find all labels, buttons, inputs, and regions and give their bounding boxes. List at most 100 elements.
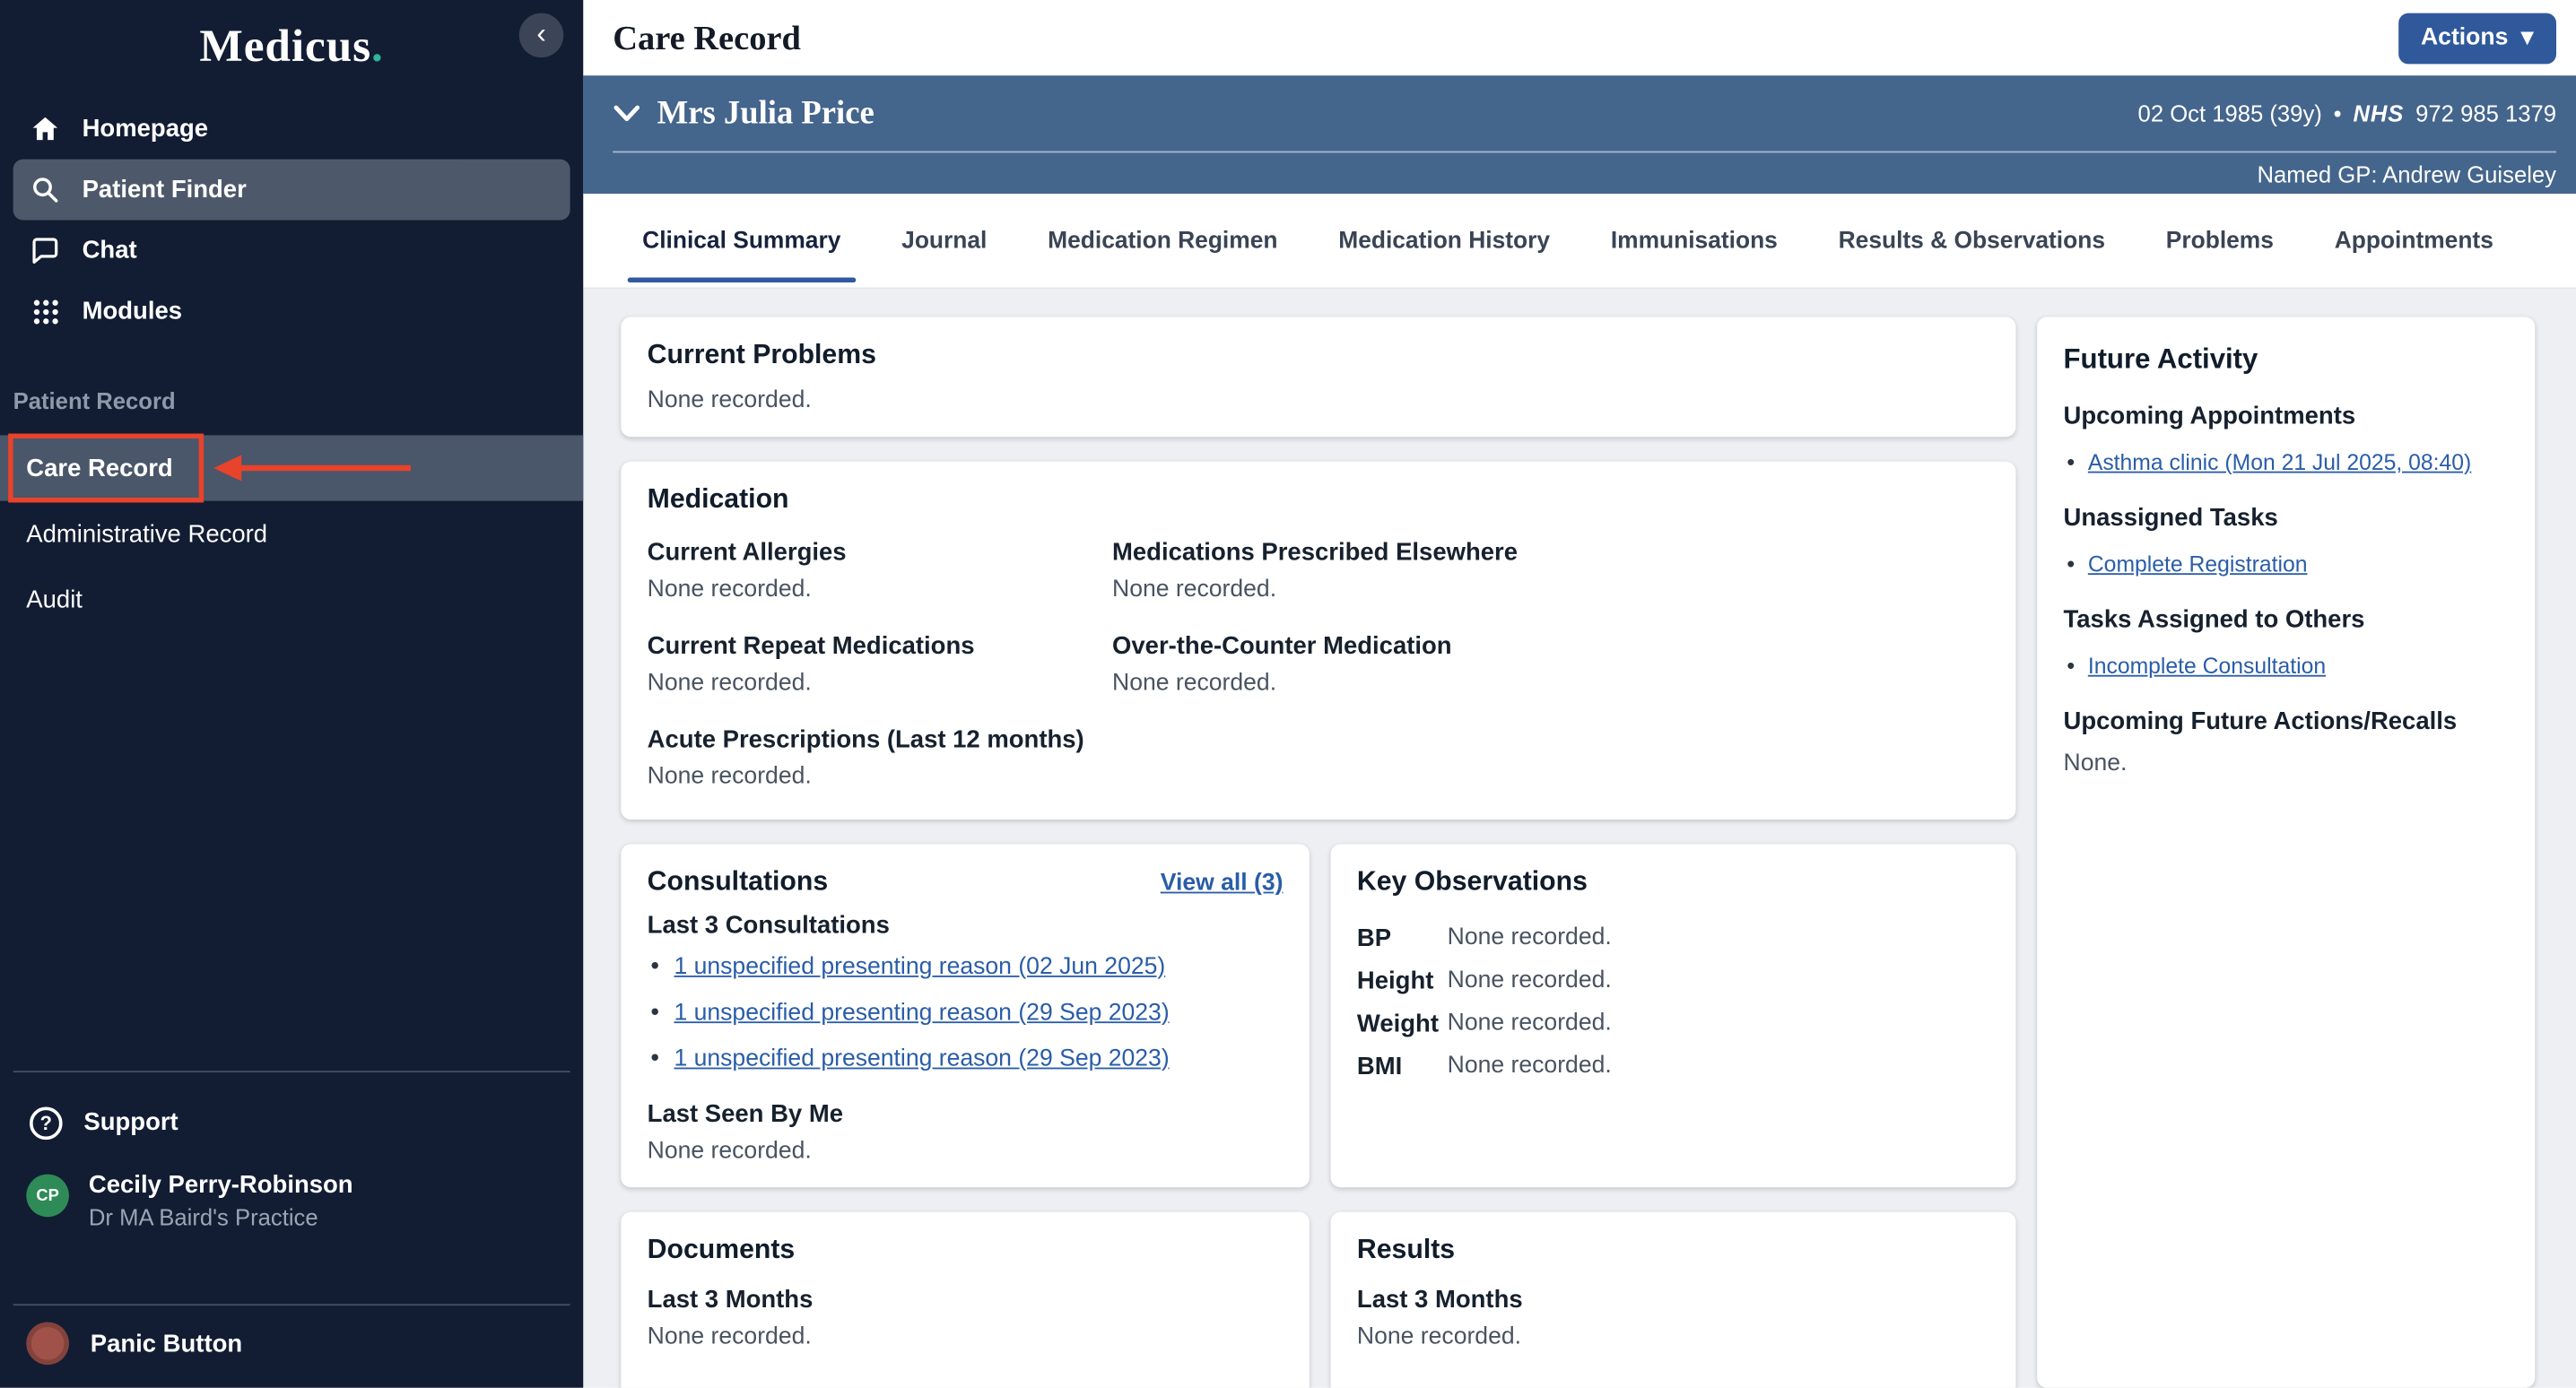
nhs-logo: NHS <box>2353 100 2404 126</box>
panic-button[interactable]: Panic Button <box>0 1306 583 1365</box>
home-icon <box>30 113 61 144</box>
card-title: Results <box>1357 1235 1989 1266</box>
results-card: Results Last 3 Months None recorded. <box>1331 1212 2016 1388</box>
consultation-link[interactable]: 1 unspecified presenting reason (29 Sep … <box>674 1041 1169 1077</box>
task-link[interactable]: Complete Registration <box>2088 547 2308 581</box>
sidebar-item-label: Homepage <box>83 115 208 143</box>
empty-value: None. <box>2064 750 2509 776</box>
section-value: None recorded. <box>648 670 1112 696</box>
list-item: 1 unspecified presenting reason (02 Jun … <box>650 950 1283 985</box>
section-label: Last Seen By Me <box>648 1100 1284 1128</box>
card-title: Documents <box>648 1235 1284 1266</box>
nhs-number: 972 985 1379 <box>2415 100 2556 126</box>
medication-section: Current Allergies None recorded. <box>648 539 1112 603</box>
future-activity-group: Upcoming Appointments Asthma clinic (Mon… <box>2064 403 2509 480</box>
card-title: Consultations <box>648 867 828 898</box>
medication-card: Medication Current Allergies None record… <box>621 462 2015 820</box>
sidebar: Medicus. ‹ Homepage Patient Finder Ch <box>0 0 583 1388</box>
chat-icon <box>30 235 61 266</box>
consultation-link[interactable]: 1 unspecified presenting reason (02 Jun … <box>674 950 1165 985</box>
empty-value: None recorded. <box>648 1323 1284 1349</box>
section-label: Last 3 Consultations <box>648 912 1284 940</box>
list-item: 1 unspecified presenting reason (29 Sep … <box>650 995 1283 1031</box>
main-area: Care Record Actions ▾ Mrs Julia Price 02… <box>583 0 2576 1388</box>
modules-grid-icon <box>30 296 61 327</box>
user-info: Cecily Perry-Robinson Dr MA Baird's Prac… <box>89 1169 353 1233</box>
chevron-down-icon <box>613 103 640 123</box>
tab-clinical-summary[interactable]: Clinical Summary <box>640 194 842 288</box>
sidebar-collapse-button[interactable]: ‹ <box>519 13 563 57</box>
consultations-header: Consultations View all (3) <box>648 867 1284 911</box>
tab-results-observations[interactable]: Results & Observations <box>1837 194 2107 288</box>
card-row: Consultations View all (3) Last 3 Consul… <box>621 844 2015 1187</box>
card-row: Documents Last 3 Months None recorded. R… <box>621 1212 2015 1388</box>
content-right-column: Future Activity Upcoming Appointments As… <box>2037 317 2535 1388</box>
sidebar-item-patient-finder[interactable]: Patient Finder <box>13 160 570 221</box>
panic-label: Panic Button <box>91 1330 242 1358</box>
sidebar-divider <box>13 1071 570 1073</box>
sidebar-item-care-record[interactable]: Care Record <box>0 435 583 500</box>
actions-button[interactable]: Actions ▾ <box>2398 13 2556 64</box>
search-icon <box>30 174 61 205</box>
section-label: Over-the-Counter Medication <box>1112 632 1989 660</box>
empty-value: None recorded. <box>648 387 1989 413</box>
sidebar-item-label: Administrative Record <box>26 520 267 548</box>
sidebar-item-label: Patient Finder <box>83 176 247 204</box>
sidebar-item-modules[interactable]: Modules <box>13 281 570 342</box>
tab-medication-history[interactable]: Medication History <box>1336 194 1551 288</box>
group-label: Unassigned Tasks <box>2064 504 2509 532</box>
observations-grid: BP None recorded. Height None recorded. … <box>1357 924 1989 1080</box>
section-label: Current Allergies <box>648 539 1112 567</box>
current-user[interactable]: CP Cecily Perry-Robinson Dr MA Baird's P… <box>0 1153 583 1234</box>
tab-medication-regimen[interactable]: Medication Regimen <box>1046 194 1279 288</box>
patient-record-nav: Care Record Administrative Record Audit <box>0 435 583 632</box>
card-title: Current Problems <box>648 340 1989 371</box>
support-label: Support <box>83 1109 178 1137</box>
sidebar-item-audit[interactable]: Audit <box>0 567 583 632</box>
chevron-left-icon: ‹ <box>536 20 545 48</box>
observation-value: None recorded. <box>1448 1010 1989 1037</box>
patient-record-section-label: Patient Record <box>13 387 557 413</box>
patient-demographics: 02 Oct 1985 (39y) • NHS 972 985 1379 <box>2138 100 2556 126</box>
sidebar-logo-row: Medicus. ‹ <box>0 0 583 95</box>
task-link[interactable]: Incomplete Consultation <box>2088 648 2326 682</box>
card-title: Future Activity <box>2064 343 2509 377</box>
key-observations-card: Key Observations BP None recorded. Heigh… <box>1331 844 2016 1187</box>
sidebar-item-administrative-record[interactable]: Administrative Record <box>0 501 583 567</box>
appointment-link[interactable]: Asthma clinic (Mon 21 Jul 2025, 08:40) <box>2088 445 2471 479</box>
card-title: Medication <box>648 484 1989 516</box>
patient-dob: 02 Oct 1985 (39y) <box>2138 100 2322 126</box>
list-item: 1 unspecified presenting reason (29 Sep … <box>650 1041 1283 1077</box>
medication-grid: Current Allergies None recorded. Medicat… <box>648 539 1989 797</box>
list-item: Asthma clinic (Mon 21 Jul 2025, 08:40) <box>2067 445 2509 479</box>
empty-value: None recorded. <box>1357 1323 1989 1349</box>
tab-journal[interactable]: Journal <box>900 194 988 288</box>
app-logo-text: Medicus <box>199 22 371 73</box>
patient-name-toggle[interactable]: Mrs Julia Price <box>613 94 875 132</box>
observation-label: BMI <box>1357 1053 1448 1080</box>
future-activity-card: Future Activity Upcoming Appointments As… <box>2037 317 2535 1388</box>
medication-section: Over-the-Counter Medication None recorde… <box>1112 632 1989 696</box>
sidebar-item-label: Chat <box>83 237 137 265</box>
app-window: Medicus. ‹ Homepage Patient Finder Ch <box>0 0 2576 1388</box>
panic-icon <box>26 1323 69 1366</box>
consultation-link[interactable]: 1 unspecified presenting reason (29 Sep … <box>674 995 1169 1031</box>
actions-label: Actions <box>2421 24 2508 50</box>
sidebar-item-homepage[interactable]: Homepage <box>13 99 570 160</box>
section-value: None recorded. <box>648 1138 1284 1164</box>
tab-appointments[interactable]: Appointments <box>2333 194 2495 288</box>
named-gp: Named GP: Andrew Guiseley <box>2257 160 2556 187</box>
tab-immunisations[interactable]: Immunisations <box>1609 194 1780 288</box>
app-logo-dot: . <box>371 22 384 73</box>
section-value: None recorded. <box>648 577 1112 603</box>
view-all-link[interactable]: View all (3) <box>1161 871 1284 897</box>
caret-down-icon: ▾ <box>2521 24 2533 50</box>
observation-value: None recorded. <box>1448 1053 1989 1080</box>
sidebar-item-chat[interactable]: Chat <box>13 220 570 281</box>
user-name: Cecily Perry-Robinson <box>89 1169 353 1202</box>
list-item: Complete Registration <box>2067 547 2509 581</box>
support-button[interactable]: ? Support <box>0 1092 583 1153</box>
named-gp-row: Named GP: Andrew Guiseley <box>583 152 2576 194</box>
section-label: Medications Prescribed Elsewhere <box>1112 539 1989 567</box>
tab-problems[interactable]: Problems <box>2164 194 2276 288</box>
